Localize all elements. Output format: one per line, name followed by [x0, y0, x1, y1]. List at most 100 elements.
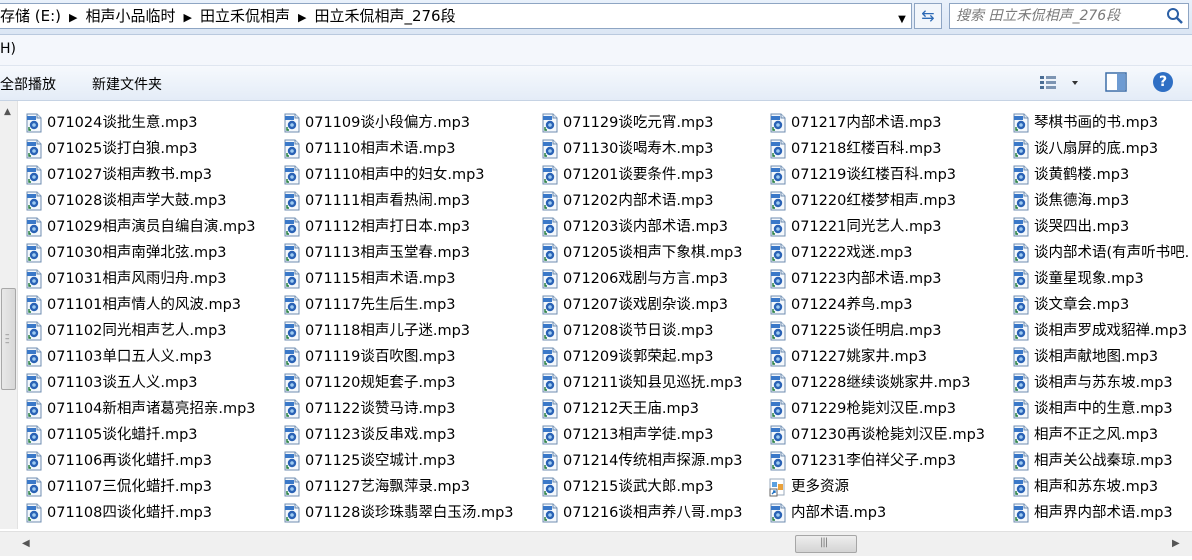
file-name: 071216谈相声养八哥.mp3 — [563, 505, 743, 521]
file-name: 071102同光相声艺人.mp3 — [47, 323, 227, 339]
media-audio-file-icon — [26, 399, 42, 419]
media-audio-file-icon — [284, 321, 300, 341]
grip-icon: – – – — [5, 330, 10, 348]
file-name: 071229枪毙刘汉臣.mp3 — [791, 401, 957, 417]
command-bar: 全部播放 新建文件夹 ? — [0, 66, 1192, 101]
file-name: 071029相声演员自编自演.mp3 — [47, 219, 256, 235]
scrollbar-thumb[interactable]: ||| — [795, 535, 857, 553]
media-audio-file-icon — [1013, 425, 1029, 445]
media-audio-file-icon — [770, 165, 786, 185]
file-name: 071220红楼梦相声.mp3 — [791, 193, 957, 209]
media-audio-file-icon — [284, 269, 300, 289]
media-audio-file-icon — [1013, 321, 1029, 341]
refresh-icon: ⇆ — [921, 6, 935, 25]
media-audio-file-icon — [542, 399, 558, 419]
media-audio-file-icon — [542, 217, 558, 237]
media-audio-file-icon — [542, 425, 558, 445]
search-box[interactable] — [949, 3, 1189, 29]
address-bar[interactable]: 存储 (E:) ▶ 相声小品临时 ▶ 田立禾侃相声 ▶ 田立禾侃相声_276段 ▼ — [0, 3, 912, 29]
file-name: 071214传统相声探源.mp3 — [563, 453, 743, 469]
menu-help[interactable]: H) — [0, 41, 16, 57]
media-audio-file-icon — [26, 113, 42, 133]
file-name: 071224养鸟.mp3 — [791, 297, 913, 313]
file-name: 071225谈任明启.mp3 — [791, 323, 942, 339]
media-audio-file-icon — [542, 191, 558, 211]
file-name: 相声和苏东坡.mp3 — [1034, 479, 1159, 495]
media-audio-file-icon — [1013, 269, 1029, 289]
chevron-right-icon[interactable]: ▶ — [67, 6, 79, 28]
view-options-icon[interactable] — [1038, 74, 1082, 92]
file-name: 071211谈知县见巡抚.mp3 — [563, 375, 743, 391]
file-name: 071208谈节日谈.mp3 — [563, 323, 714, 339]
play-all-button[interactable]: 全部播放 — [0, 74, 56, 94]
media-audio-file-icon — [1013, 191, 1029, 211]
file-name: 071027谈相声教书.mp3 — [47, 167, 213, 183]
menu-bar: H) — [0, 35, 1192, 66]
file-name: 071207谈戏剧杂谈.mp3 — [563, 297, 729, 313]
media-audio-file-icon — [1013, 165, 1029, 185]
media-audio-file-icon — [26, 191, 42, 211]
file-name: 071030相声南弹北弦.mp3 — [47, 245, 227, 261]
file-name: 谈内部术语(有声听书吧. — [1034, 245, 1190, 261]
scroll-right-icon[interactable]: ▶ — [1172, 538, 1180, 549]
file-name: 071231李伯祥父子.mp3 — [791, 453, 957, 469]
file-list-view: ▲ – – – 071024谈批生意.mp3 071025谈打白狼.mp3 071027… — [0, 101, 1192, 529]
horizontal-scrollbar[interactable]: ◀ ||| ▶ — [0, 531, 1192, 556]
file-name: 071103单口五人义.mp3 — [47, 349, 213, 365]
media-audio-file-icon — [770, 269, 786, 289]
media-audio-file-icon — [284, 243, 300, 263]
chevron-right-icon[interactable]: ▶ — [296, 6, 308, 28]
media-audio-file-icon — [770, 373, 786, 393]
file-name: 071209谈郭荣起.mp3 — [563, 349, 714, 365]
media-audio-file-icon — [284, 477, 300, 497]
file-name: 071223内部术语.mp3 — [791, 271, 942, 287]
media-audio-file-icon — [26, 139, 42, 159]
chevron-right-icon[interactable]: ▶ — [182, 6, 194, 28]
media-audio-file-icon — [542, 139, 558, 159]
file-name: 071221同光艺人.mp3 — [791, 219, 942, 235]
chevron-down-icon[interactable]: ▼ — [893, 7, 911, 28]
file-name: 071105谈化蜡扦.mp3 — [47, 427, 198, 443]
refresh-button[interactable]: ⇆ — [914, 3, 942, 29]
breadcrumb-current[interactable]: 田立禾侃相声_276段 — [308, 4, 461, 28]
breadcrumb-folder[interactable]: 相声小品临时 — [79, 4, 181, 28]
breadcrumb-drive[interactable]: 存储 (E:) — [0, 4, 67, 28]
media-audio-file-icon — [284, 347, 300, 367]
file-name: 071215谈武大郎.mp3 — [563, 479, 714, 495]
media-audio-file-icon — [26, 295, 42, 315]
media-audio-file-icon — [770, 295, 786, 315]
search-input[interactable] — [956, 6, 1161, 26]
file-name: 071118相声儿子迷.mp3 — [305, 323, 471, 339]
scrollbar-thumb[interactable]: – – – — [1, 288, 16, 390]
media-audio-file-icon — [26, 165, 42, 185]
file-name: 071123谈反串戏.mp3 — [305, 427, 456, 443]
scroll-left-icon[interactable]: ◀ — [22, 538, 30, 549]
media-audio-file-icon — [542, 373, 558, 393]
file-name: 071201谈要条件.mp3 — [563, 167, 714, 183]
preview-pane-icon[interactable] — [1105, 72, 1127, 92]
media-audio-file-icon — [542, 113, 558, 133]
vertical-scrollbar[interactable]: ▲ – – – — [0, 101, 18, 529]
scroll-up-icon[interactable]: ▲ — [4, 107, 11, 117]
file-name: 071230再谈枪毙刘汉臣.mp3 — [791, 427, 986, 443]
file-name: 071228继续谈姚家井.mp3 — [791, 375, 971, 391]
media-audio-file-icon — [542, 165, 558, 185]
media-audio-file-icon — [26, 477, 42, 497]
file-name: 071219谈红楼百科.mp3 — [791, 167, 957, 183]
file-name: 谈童星现象.mp3 — [1034, 271, 1144, 287]
new-folder-button[interactable]: 新建文件夹 — [92, 74, 162, 94]
file-name: 相声不正之风.mp3 — [1034, 427, 1159, 443]
media-audio-file-icon — [1013, 477, 1029, 497]
media-audio-file-icon — [26, 269, 42, 289]
media-audio-file-icon — [770, 347, 786, 367]
help-icon[interactable]: ? — [1153, 72, 1173, 92]
address-area: 存储 (E:) ▶ 相声小品临时 ▶ 田立禾侃相声 ▶ 田立禾侃相声_276段 ▼ ⇆ — [0, 0, 1192, 35]
media-audio-file-icon — [542, 269, 558, 289]
media-audio-file-icon — [770, 399, 786, 419]
breadcrumb-folder[interactable]: 田立禾侃相声 — [194, 4, 296, 28]
file-name: 071213相声学徒.mp3 — [563, 427, 714, 443]
file-name: 071117先生后生.mp3 — [305, 297, 456, 313]
media-audio-file-icon — [770, 425, 786, 445]
search-icon[interactable] — [1166, 7, 1184, 25]
media-audio-file-icon — [284, 373, 300, 393]
